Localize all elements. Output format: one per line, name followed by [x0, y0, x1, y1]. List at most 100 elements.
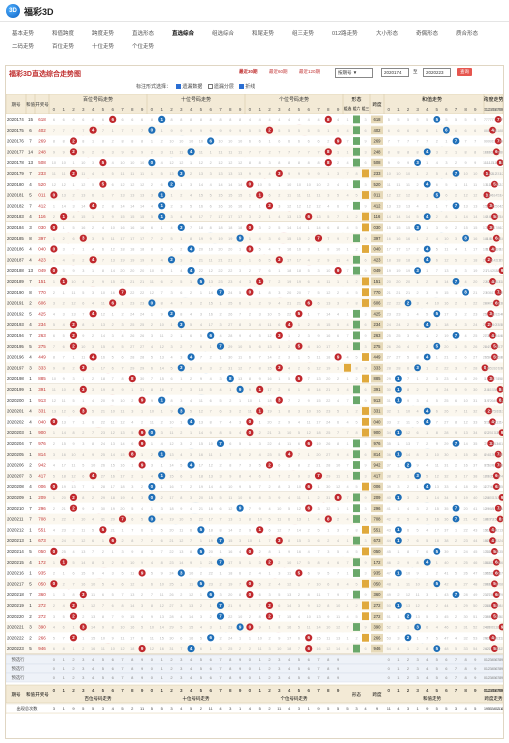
omit-value: 8: [151, 248, 153, 252]
omit-value: 6: [268, 528, 270, 532]
omit-value: 3: [259, 226, 261, 230]
option-omit[interactable]: 遗漏数据: [176, 84, 202, 90]
omit-value: 8: [436, 431, 438, 435]
omit-value: 3: [63, 593, 65, 597]
omit-value: 1: [190, 258, 192, 262]
header-cell: 跨度: [373, 101, 382, 108]
omit-value: 2: [151, 453, 153, 457]
omit-value: 10: [199, 140, 203, 144]
omit-value: 15: [209, 496, 213, 500]
link-60[interactable]: 最近60期: [269, 69, 288, 75]
span-cell: 942: [374, 463, 382, 468]
link-120[interactable]: 最近120期: [299, 69, 320, 75]
span-cell: 233: [374, 171, 382, 176]
omit-value: 44: [444, 604, 448, 608]
omit-value: 1: [161, 129, 163, 133]
omit-value: 18: [218, 226, 222, 230]
omit-value: 9: [317, 334, 319, 338]
omit-value: 1: [112, 550, 114, 554]
omit-value: 14: [297, 226, 301, 230]
stats-value: 4: [501, 706, 503, 711]
omit-value: 8: [229, 118, 231, 122]
omit-value: 19: [297, 280, 301, 284]
nav-item[interactable]: 十位走势: [92, 42, 114, 50]
span-cell: 976: [374, 441, 382, 446]
table-row: [6, 610, 503, 622]
nav-item[interactable]: 百位走势: [52, 42, 74, 50]
omit-value: 13: [62, 420, 66, 424]
nav-item[interactable]: 直选形态: [132, 29, 154, 37]
nav-item[interactable]: 012路走势: [332, 29, 358, 37]
omit-value: 3: [180, 442, 182, 446]
omit-value: 14: [463, 215, 467, 219]
omit-value: 8: [268, 550, 270, 554]
omit-value: 2: [161, 140, 163, 144]
omit-value: 19: [287, 280, 291, 284]
omit-value: 10: [179, 140, 183, 144]
omit-value: 4: [426, 302, 428, 306]
nav-item[interactable]: 二码走势: [12, 42, 34, 50]
omit-value: 8: [210, 118, 212, 122]
omit-value: 9: [210, 237, 212, 241]
omit-value: 15: [120, 215, 124, 219]
nav-item[interactable]: 和尾走势: [252, 29, 274, 37]
option-layer[interactable]: 遗漏分层: [207, 84, 234, 90]
omit-value: 10: [316, 582, 320, 586]
option-line[interactable]: 折线: [239, 84, 255, 90]
omit-value: 8: [63, 366, 65, 370]
omit-value: 17: [287, 636, 291, 640]
omit-value: 9: [229, 474, 231, 478]
nav-item[interactable]: 和值跨度: [52, 29, 74, 37]
omit-value: 11: [72, 291, 76, 295]
query-button[interactable]: 查询: [457, 68, 472, 76]
omit-value: 8: [200, 366, 202, 370]
omit-value: 2: [355, 410, 357, 414]
omit-value: 18: [199, 226, 203, 230]
omit-value: 1: [151, 312, 153, 316]
span-cell: 425: [374, 311, 382, 316]
brand-title[interactable]: 福彩3D: [24, 5, 54, 18]
omit-value: 1: [53, 593, 55, 597]
to-issue-input[interactable]: 2020223: [423, 68, 451, 77]
nav-item[interactable]: 大小形态: [376, 29, 398, 37]
omit-value: 23: [267, 453, 271, 457]
nav-item[interactable]: 奇偶形态: [416, 29, 438, 37]
omit-value: 4: [417, 204, 419, 208]
issue-select[interactable]: 按期号 ▼: [335, 68, 373, 78]
nav-item[interactable]: 基本走势: [12, 29, 34, 37]
omit-value: 2: [298, 399, 300, 403]
link-30[interactable]: 最近30期: [239, 69, 258, 75]
omit-value: 2: [180, 248, 182, 252]
omit-value: 9: [308, 399, 310, 403]
omit-value: 3: [180, 204, 182, 208]
omit-value: 3: [131, 410, 133, 414]
nav-item[interactable]: 直选综合: [172, 29, 194, 37]
omit-value: 10: [500, 377, 503, 381]
from-issue-input[interactable]: 2020174: [381, 68, 409, 77]
omit-value: 5: [337, 323, 339, 327]
omit-value: 8: [455, 420, 457, 424]
omit-value: 5: [112, 593, 114, 597]
omit-value: 3: [180, 399, 182, 403]
span-cell: 116: [374, 214, 381, 219]
nav-item[interactable]: 个位走势: [132, 42, 154, 50]
nav-item[interactable]: 组三走势: [292, 29, 314, 37]
omit-value: 6: [417, 539, 419, 543]
omit-value: 1: [190, 366, 192, 370]
omit-value: 12: [81, 539, 85, 543]
code-cell: 233: [38, 171, 46, 176]
omit-value: 13: [396, 204, 400, 208]
nav-item[interactable]: 组选综合: [212, 29, 234, 37]
omit-value: 5: [239, 561, 241, 565]
omit-value: 1: [102, 172, 104, 176]
nav-item[interactable]: 质合形态: [456, 29, 478, 37]
omit-value: 3: [131, 485, 133, 489]
nav-item[interactable]: 跨度走势: [92, 29, 114, 37]
omit-value: 7: [63, 356, 65, 360]
omit-value: 3: [445, 161, 447, 165]
omit-value: 8: [180, 118, 182, 122]
omit-value: 6: [364, 161, 366, 165]
omit-value: 5: [407, 356, 409, 360]
omit-value: 7: [219, 518, 221, 522]
omit-value: 21: [169, 539, 173, 543]
